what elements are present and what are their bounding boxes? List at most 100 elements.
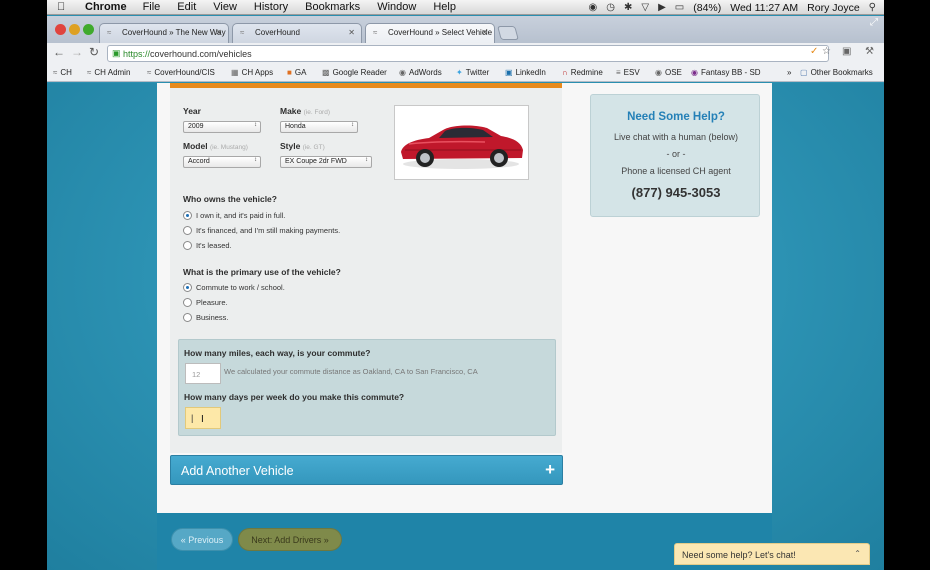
bookmark-ch[interactable]: ≈ CH	[53, 68, 72, 77]
reload-icon[interactable]: ↻	[89, 45, 99, 59]
plus-icon: +	[545, 460, 555, 479]
menu-help[interactable]: Help	[433, 1, 456, 13]
car-illustration	[401, 125, 523, 169]
bookmark-google-reader[interactable]: ▩ Google Reader	[322, 68, 387, 77]
make-label: Make (ie. Ford)	[280, 106, 331, 116]
chat-widget[interactable]: Need some help? Let's chat! ⌃	[674, 543, 870, 565]
bookmark-esv[interactable]: ≡ ESV	[616, 68, 640, 77]
next-add-drivers-button[interactable]: Next: Add Drivers »	[238, 528, 342, 551]
usage-option-commute[interactable]: Commute to work / school.	[183, 283, 285, 292]
radio-icon[interactable]	[183, 241, 192, 250]
wrench-icon[interactable]: ⚒	[865, 46, 874, 57]
user-name[interactable]: Rory Joyce	[807, 2, 860, 14]
add-vehicle-button[interactable]: Add Another Vehicle +	[170, 455, 563, 485]
extension-icon[interactable]: ▣	[842, 46, 851, 57]
battery-percent[interactable]: (84%)	[693, 2, 721, 14]
tab-label: CoverHound » Select Vehicle	[388, 28, 493, 37]
text-cursor-icon: I	[201, 414, 204, 425]
ose-icon: ◉	[655, 68, 662, 77]
tab-close-icon[interactable]: ✕	[348, 28, 355, 37]
clock[interactable]: Wed 11:27 AM	[730, 2, 798, 14]
close-window-button[interactable]	[55, 24, 66, 35]
year-select[interactable]: 2009 ↕	[183, 121, 261, 133]
ownership-option-leased[interactable]: It's leased.	[183, 241, 232, 250]
miles-note: We calculated your commute distance as O…	[224, 367, 478, 376]
radio-icon[interactable]	[183, 226, 192, 235]
chevron-up-icon[interactable]: ⌃	[854, 549, 861, 558]
bookmark-redmine[interactable]: ∩ Redmine	[562, 68, 603, 77]
bookmarks-bar: ≈ CH ≈ CH Admin ≈ CoverHound/CIS ▦ CH Apps ■…	[47, 64, 884, 82]
tab-coverhound[interactable]: ≈ CoverHound ✕	[232, 23, 362, 43]
address-bar[interactable]: ▣ https://coverhound.com/vehicles	[107, 45, 829, 62]
sync-icon[interactable]: ◉	[589, 2, 598, 13]
bookmarks-overflow[interactable]: »	[787, 68, 791, 77]
select-arrows-icon: ↕	[351, 122, 354, 128]
bookmark-ga[interactable]: ■ GA	[287, 68, 306, 77]
menu-app-name[interactable]: Chrome	[85, 1, 127, 13]
tab-close-icon[interactable]: ✕	[215, 28, 222, 37]
menu-file[interactable]: File	[143, 1, 161, 13]
miles-input[interactable]: 12	[185, 363, 221, 384]
bookmark-icon: ≈	[53, 68, 58, 77]
tab-select-vehicle[interactable]: ≈ CoverHound » Select Vehicle ✕	[365, 23, 495, 43]
time-machine-icon[interactable]: ◷	[606, 2, 615, 13]
make-select[interactable]: Honda ↕	[280, 121, 358, 133]
wifi-icon[interactable]: ▽	[641, 2, 649, 13]
style-select[interactable]: EX Coupe 2dr FWD ↕	[280, 156, 372, 168]
bluetooth-icon[interactable]: ✱	[624, 2, 632, 13]
radio-selected-icon[interactable]	[183, 211, 192, 220]
ownership-option-paid[interactable]: I own it, and it's paid in full.	[183, 211, 285, 220]
volume-icon[interactable]: ▶	[658, 2, 666, 13]
bookmark-ch-admin[interactable]: ≈ CH Admin	[87, 68, 130, 77]
minimize-window-button[interactable]	[69, 24, 80, 35]
tab-close-icon[interactable]: ✕	[481, 28, 488, 37]
ownership-option-financed[interactable]: It's financed, and I'm still making paym…	[183, 226, 340, 235]
help-live-chat: Live chat with a human (below)	[613, 132, 739, 142]
year-value: 2009	[188, 123, 204, 130]
bookmark-other[interactable]: ▢ Other Bookmarks	[800, 68, 873, 77]
usage-option-business[interactable]: Business.	[183, 313, 229, 322]
new-tab-button[interactable]	[497, 26, 519, 40]
bookmark-fantasy-bb[interactable]: ◉ Fantasy BB - SD	[691, 68, 761, 77]
previous-button[interactable]: « Previous	[171, 528, 233, 551]
menu-edit[interactable]: Edit	[177, 1, 196, 13]
radio-icon[interactable]	[183, 298, 192, 307]
star-icon[interactable]: ☆	[822, 46, 831, 57]
url-text: coverhound.com/vehicles	[150, 49, 252, 59]
radio-icon[interactable]	[183, 313, 192, 322]
bookmark-linkedin[interactable]: ▣ LinkedIn	[505, 68, 546, 77]
reader-icon: ▩	[322, 68, 330, 77]
menu-view[interactable]: View	[213, 1, 237, 13]
bookmark-twitter[interactable]: ✦ Twitter	[456, 68, 489, 77]
bookmark-ch-apps[interactable]: ▦ CH Apps	[231, 68, 273, 77]
battery-icon[interactable]: ▭	[675, 2, 684, 13]
menu-history[interactable]: History	[254, 1, 288, 13]
bookmark-coverhound-cis[interactable]: ≈ CoverHound/CIS	[147, 68, 215, 77]
adwords-icon: ◉	[399, 68, 406, 77]
status-area: ◉ ◷ ✱ ▽ ▶ ▭ (84%) Wed 11:27 AM Rory Joyc…	[589, 0, 876, 15]
esv-icon: ≡	[616, 68, 621, 77]
menu-window[interactable]: Window	[377, 1, 416, 13]
bookmark-adwords[interactable]: ◉ AdWords	[399, 68, 442, 77]
zoom-window-button[interactable]	[83, 24, 94, 35]
bookmark-ose[interactable]: ◉ OSE	[655, 68, 682, 77]
help-or: - or -	[666, 149, 686, 159]
tab-coverhound-new-way[interactable]: ≈ CoverHound » The New Way ✕	[99, 23, 229, 43]
apps-icon: ▦	[231, 68, 239, 77]
forward-arrow-icon[interactable]: →	[71, 45, 83, 59]
add-vehicle-label: Add Another Vehicle	[181, 464, 294, 478]
favicon-icon: ≈	[107, 28, 112, 37]
restore-icon[interactable]: ⤢	[870, 17, 878, 28]
model-select[interactable]: Accord ↕	[183, 156, 261, 168]
tab-strip: ≈ CoverHound » The New Way ✕ ≈ CoverHoun…	[47, 16, 884, 43]
menu-bar:  Chrome File Edit View History Bookmark…	[47, 0, 884, 15]
rss-icon[interactable]: ✓	[810, 46, 818, 57]
apple-icon[interactable]: 	[57, 1, 71, 13]
usage-option-pleasure[interactable]: Pleasure.	[183, 298, 228, 307]
usage-question: What is the primary use of the vehicle?	[183, 267, 341, 277]
back-arrow-icon[interactable]: ←	[53, 45, 65, 59]
spotlight-icon[interactable]: ⚲	[869, 2, 876, 13]
radio-selected-icon[interactable]	[183, 283, 192, 292]
help-phone-number[interactable]: (877) 945-3053	[591, 185, 761, 200]
menu-bookmarks[interactable]: Bookmarks	[305, 1, 360, 13]
